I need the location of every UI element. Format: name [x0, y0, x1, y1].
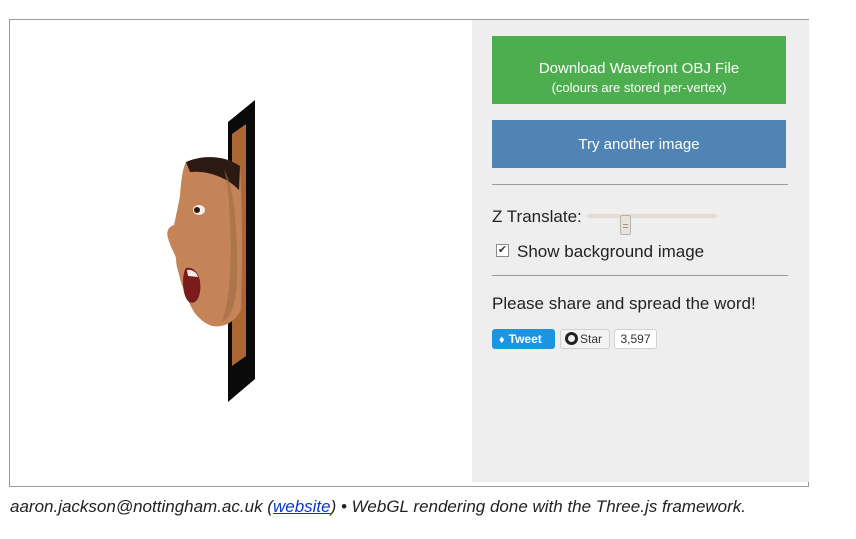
- tweet-label: Tweet: [508, 332, 542, 346]
- footer-email: aaron.jackson@nottingham.ac.uk: [10, 497, 263, 516]
- app-frame: Download Wavefront OBJ File (colours are…: [9, 19, 809, 487]
- show-background-checkbox[interactable]: ✔: [496, 244, 509, 257]
- social-buttons: ♦ Tweet Star 3,597: [492, 329, 789, 351]
- pupil: [194, 207, 200, 213]
- download-obj-button[interactable]: Download Wavefront OBJ File (colours are…: [492, 36, 786, 104]
- twitter-bird-icon: ♦: [499, 334, 505, 346]
- divider: [492, 184, 788, 185]
- webgl-viewer[interactable]: [10, 20, 472, 486]
- tweet-button[interactable]: ♦ Tweet: [492, 329, 555, 349]
- show-background-label[interactable]: Show background image: [517, 242, 704, 262]
- website-link[interactable]: website: [273, 497, 331, 516]
- download-title: Download Wavefront OBJ File: [538, 60, 740, 77]
- footer-credit: ) • WebGL rendering done with the Three.…: [330, 497, 747, 516]
- footer: aaron.jackson@nottingham.ac.uk (website)…: [10, 497, 746, 517]
- footer-open-paren: (: [262, 497, 273, 516]
- z-translate-control: Z Translate:: [492, 203, 789, 235]
- control-panel: Download Wavefront OBJ File (colours are…: [472, 20, 809, 482]
- divider: [492, 275, 788, 276]
- show-background-control: ✔ Show background image: [492, 240, 789, 262]
- z-translate-label: Z Translate:: [492, 207, 582, 226]
- share-text: Please share and spread the word!: [492, 294, 756, 313]
- star-count[interactable]: 3,597: [614, 329, 657, 349]
- z-translate-slider[interactable]: [587, 214, 717, 235]
- star-label: Star: [580, 332, 603, 346]
- github-star-button[interactable]: Star: [560, 329, 610, 349]
- download-subtitle: (colours are stored per-vertex): [551, 80, 727, 95]
- try-another-image-button[interactable]: Try another image: [492, 120, 786, 168]
- 3d-face-render: [167, 100, 255, 402]
- github-icon: [565, 332, 578, 345]
- z-translate-slider-thumb[interactable]: [620, 215, 631, 235]
